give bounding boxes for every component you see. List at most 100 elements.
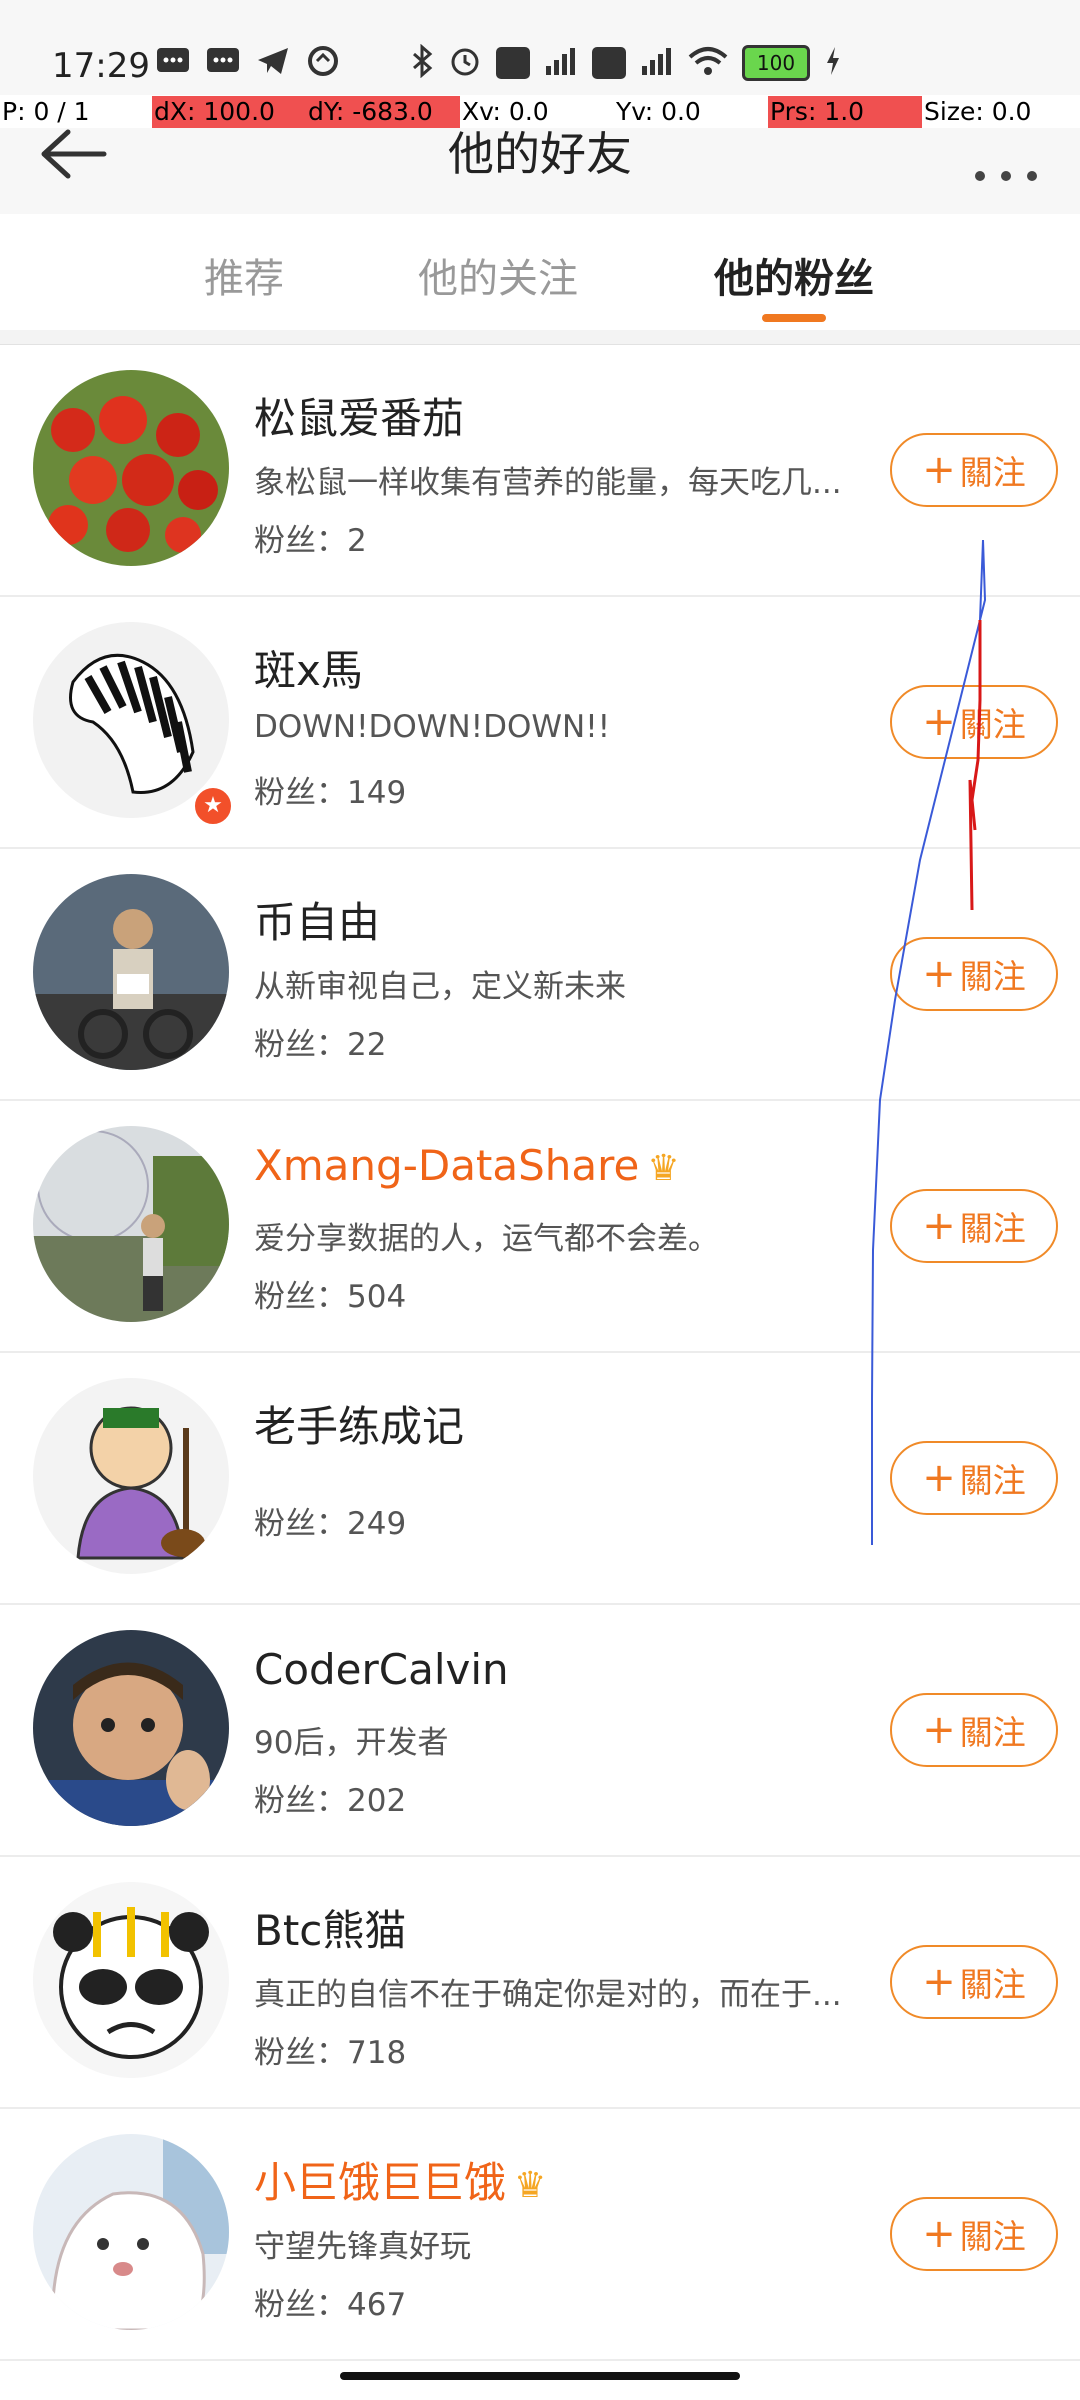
follow-button[interactable]: + 關注 xyxy=(890,685,1058,759)
follower-count: 粉丝：504 xyxy=(254,1279,407,1315)
debug-dx: dX: 100.0 xyxy=(152,96,306,128)
user-name-text: 小巨饿巨巨饿 xyxy=(254,2158,507,2207)
follower-count: 粉丝：467 xyxy=(254,2287,407,2323)
user-bio: 爱分享数据的人，运气都不会差。 xyxy=(254,1221,719,1257)
battery-icon: 100 xyxy=(742,45,810,81)
debug-prs: Prs: 1.0 xyxy=(768,96,922,128)
follower-row[interactable]: 小巨饿巨巨饿 ♛ 守望先锋真好玩 粉丝：467 + 關注 xyxy=(0,2109,1080,2361)
follow-label: 關注 xyxy=(959,2217,1026,2256)
plus-icon: + xyxy=(922,2211,956,2257)
follower-count: 粉丝：22 xyxy=(254,1027,387,1063)
follow-button[interactable]: + 關注 xyxy=(890,937,1058,1011)
sync-icon xyxy=(305,44,341,78)
follow-button[interactable]: + 關注 xyxy=(890,1693,1058,1767)
vip-crown-icon: ♛ xyxy=(647,1148,680,1189)
avatar[interactable] xyxy=(33,1882,229,2078)
follower-row[interactable]: CoderCalvin 90后，开发者 粉丝：202 + 關注 xyxy=(0,1605,1080,1857)
user-bio: 守望先锋真好玩 xyxy=(254,2229,471,2265)
follow-button[interactable]: + 關注 xyxy=(890,1189,1058,1263)
top-app-bar: 他的好友 xyxy=(0,128,1080,215)
message-icon xyxy=(155,44,191,78)
follower-list: 松鼠爱番茄 象松鼠一样收集有营养的能量，每天吃几... 粉丝：2 + 關注 ★ 斑… xyxy=(0,345,1080,2361)
tab-divider xyxy=(0,330,1080,345)
follower-row[interactable]: 老手练成记 粉丝：249 + 關注 xyxy=(0,1353,1080,1605)
avatar[interactable] xyxy=(33,370,229,566)
tab-following[interactable]: 他的关注 xyxy=(418,246,578,304)
user-name[interactable]: Xmang-DataShare ♛ xyxy=(254,1141,680,1190)
system-icons: 100 xyxy=(410,43,842,82)
avatar[interactable] xyxy=(33,1126,229,1322)
avatar[interactable] xyxy=(33,874,229,1070)
debug-yv: Yv: 0.0 xyxy=(616,97,701,126)
page-title: 他的好友 xyxy=(448,127,632,181)
user-name[interactable]: 斑x馬 xyxy=(254,637,363,698)
follow-label: 關注 xyxy=(959,1965,1026,2004)
follower-row[interactable]: Btc熊猫 真正的自信不在于确定你是对的，而在于... 粉丝：718 + 關注 xyxy=(0,1857,1080,2109)
avatar[interactable] xyxy=(33,2134,229,2330)
more-dots-icon xyxy=(975,171,1037,181)
signal-icon xyxy=(640,46,674,80)
user-name-text: Xmang-DataShare xyxy=(254,1141,640,1190)
plus-icon: + xyxy=(922,1959,956,2005)
follow-label: 關注 xyxy=(959,705,1026,744)
follow-label: 關注 xyxy=(959,1209,1026,1248)
follow-button[interactable]: + 關注 xyxy=(890,1441,1058,1515)
user-name[interactable]: 松鼠爱番茄 xyxy=(254,385,464,446)
debug-dy: dY: -683.0 xyxy=(306,96,460,128)
user-bio: 象松鼠一样收集有营养的能量，每天吃几... xyxy=(254,465,842,501)
follower-row[interactable]: ★ 斑x馬 DOWN!DOWN!DOWN!! 粉丝：149 + 關注 xyxy=(0,597,1080,849)
volte-icon xyxy=(592,47,626,79)
follow-label: 關注 xyxy=(959,957,1026,996)
tab-recommend[interactable]: 推荐 xyxy=(204,246,284,304)
status-bar: 17:29 100 xyxy=(0,0,1080,95)
debug-xv: Xv: 0.0 xyxy=(462,97,549,126)
plus-icon: + xyxy=(922,1203,956,1249)
message-icon xyxy=(205,44,241,78)
follow-button[interactable]: + 關注 xyxy=(890,1945,1058,2019)
follow-label: 關注 xyxy=(959,1461,1026,1500)
debug-pointer-count: P: 0 / 1 xyxy=(2,97,90,126)
plus-icon: + xyxy=(922,1455,956,1501)
telegram-icon xyxy=(255,44,291,78)
active-tab-indicator xyxy=(762,314,826,322)
follower-count: 粉丝：2 xyxy=(254,523,367,559)
user-name[interactable]: CoderCalvin xyxy=(254,1645,509,1694)
bluetooth-icon xyxy=(410,43,434,82)
follower-count: 粉丝：202 xyxy=(254,1783,407,1819)
follow-button[interactable]: + 關注 xyxy=(890,433,1058,507)
plus-icon: + xyxy=(922,951,956,997)
tab-bar: 推荐 他的关注 他的粉丝 xyxy=(0,214,1080,330)
home-indicator[interactable] xyxy=(340,2372,740,2380)
debug-size: Size: 0.0 xyxy=(924,97,1032,126)
follow-label: 關注 xyxy=(959,1713,1026,1752)
user-name[interactable]: 老手练成记 xyxy=(254,1393,464,1454)
follower-count: 粉丝：249 xyxy=(254,1506,407,1542)
wifi-icon xyxy=(688,45,728,81)
verified-badge-icon: ★ xyxy=(192,785,234,827)
user-name[interactable]: Btc熊猫 xyxy=(254,1897,406,1958)
more-button[interactable] xyxy=(972,150,1042,196)
follower-row[interactable]: Xmang-DataShare ♛ 爱分享数据的人，运气都不会差。 粉丝：504 … xyxy=(0,1101,1080,1353)
follower-row[interactable]: 币自由 从新审视自己，定义新未来 粉丝：22 + 關注 xyxy=(0,849,1080,1101)
plus-icon: + xyxy=(922,699,956,745)
follower-count: 粉丝：718 xyxy=(254,2035,407,2071)
status-time: 17:29 xyxy=(52,46,150,86)
avatar[interactable] xyxy=(33,1630,229,1826)
follower-count: 粉丝：149 xyxy=(254,775,407,811)
plus-icon: + xyxy=(922,1707,956,1753)
notification-icons xyxy=(155,44,341,78)
avatar[interactable] xyxy=(33,1378,229,1574)
user-bio: 90后，开发者 xyxy=(254,1725,449,1761)
pointer-location-overlay: P: 0 / 1 dX: 100.0 dY: -683.0 Xv: 0.0 Yv… xyxy=(0,96,1080,128)
follow-button[interactable]: + 關注 xyxy=(890,2197,1058,2271)
user-name[interactable]: 小巨饿巨巨饿 ♛ xyxy=(254,2149,546,2210)
vip-crown-icon: ♛ xyxy=(514,2165,547,2206)
follower-row[interactable]: 松鼠爱番茄 象松鼠一样收集有营养的能量，每天吃几... 粉丝：2 + 關注 xyxy=(0,345,1080,597)
user-name[interactable]: 币自由 xyxy=(254,889,380,950)
user-bio: 从新审视自己，定义新未来 xyxy=(254,969,626,1005)
tab-followers[interactable]: 他的粉丝 xyxy=(714,246,874,304)
charging-icon xyxy=(824,45,842,81)
signal-icon xyxy=(544,46,578,80)
user-bio: 真正的自信不在于确定你是对的，而在于... xyxy=(254,1977,842,2013)
user-bio: DOWN!DOWN!DOWN!! xyxy=(254,709,611,745)
